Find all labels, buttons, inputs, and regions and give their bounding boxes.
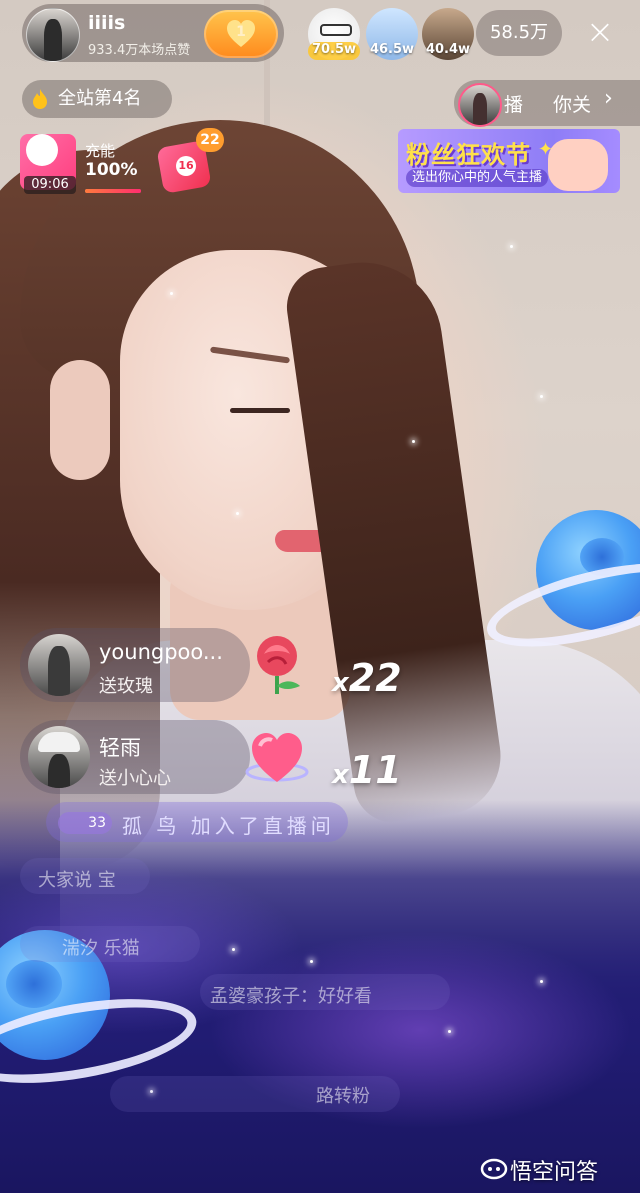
pk-label: 播 xyxy=(504,94,524,116)
gift-multiplier: x xyxy=(332,668,349,698)
charge-label: 充能 xyxy=(85,142,116,160)
gift-count-value: 11 xyxy=(348,748,402,792)
follow-level: 1 xyxy=(236,24,246,40)
sparkle-icon: ✦ xyxy=(538,139,554,160)
planet-sticker-right xyxy=(470,500,640,670)
charge-timer: 09:06 xyxy=(24,176,76,194)
gift-sender-avatar[interactable] xyxy=(28,634,90,696)
chat-message: 大家说 宝 xyxy=(38,870,116,891)
join-text: 孤 鸟 加入了直播间 xyxy=(122,814,335,838)
host-avatar[interactable] xyxy=(26,8,80,62)
viewer-contribution: 40.4w xyxy=(425,42,471,57)
gift-sender-name: 轻雨 xyxy=(99,736,141,760)
host-name: iiiis xyxy=(88,12,126,34)
banner-subtitle: 选出你心中的人气主播 xyxy=(406,169,549,187)
gift-multiplier: x xyxy=(332,760,349,790)
viewer-total[interactable]: 58.5万 xyxy=(476,10,562,56)
banner-title: 粉丝狂欢节 xyxy=(406,141,531,169)
follow-button[interactable]: 1 xyxy=(204,10,278,58)
chat-message: 路转粉 xyxy=(316,1086,370,1107)
gift-envelope-label: 16 xyxy=(176,156,196,176)
chat-message: 孟婆豪孩子：好好看 xyxy=(210,986,372,1007)
gift-sender-name: youngpoo... xyxy=(99,640,223,664)
gift-count: x11 xyxy=(332,748,402,792)
charge-progress-bar xyxy=(85,189,141,193)
viewer-contribution: 46.5w xyxy=(369,42,415,57)
viewer-contribution: 70.5w xyxy=(311,42,357,57)
gift-count-badge: 22 xyxy=(196,128,224,152)
hand-gesture-icon xyxy=(548,139,608,191)
gift-count: x22 xyxy=(332,656,402,700)
pk-avatar[interactable] xyxy=(458,83,502,127)
charge-orb-icon xyxy=(26,134,58,166)
wukong-logo-icon xyxy=(480,1158,508,1180)
chevron-right-icon: › xyxy=(604,86,613,111)
rose-icon xyxy=(257,636,300,694)
gift-action: 送小心心 xyxy=(99,768,171,789)
charge-value: 100% xyxy=(85,160,138,180)
small-heart-icon xyxy=(245,733,309,782)
user-level-badge: 33 xyxy=(58,812,112,834)
rank-text: 全站第4名 xyxy=(58,88,142,109)
host-likes: 933.4万本场点赞 xyxy=(88,43,191,58)
close-icon[interactable]: × xyxy=(582,14,618,50)
charge-widget[interactable]: 09:06 xyxy=(20,130,78,194)
pk-label-follow: 你关 xyxy=(553,94,592,116)
gift-sender-avatar[interactable] xyxy=(28,726,90,788)
streamer-eye-left xyxy=(230,408,290,413)
chat-message: 湍汐 乐猫 xyxy=(62,938,140,959)
flame-icon xyxy=(33,89,47,109)
rank-pill[interactable]: 全站第4名 xyxy=(22,80,172,118)
gift-action: 送玫瑰 xyxy=(99,676,153,697)
watermark: 悟空问答 xyxy=(510,1160,599,1185)
streamer-ear xyxy=(50,360,110,480)
fan-festival-banner[interactable]: 粉丝狂欢节 选出你心中的人气主播 ✦ xyxy=(398,129,620,193)
charge-progress-fill xyxy=(85,189,141,193)
gift-count-value: 22 xyxy=(348,656,402,700)
